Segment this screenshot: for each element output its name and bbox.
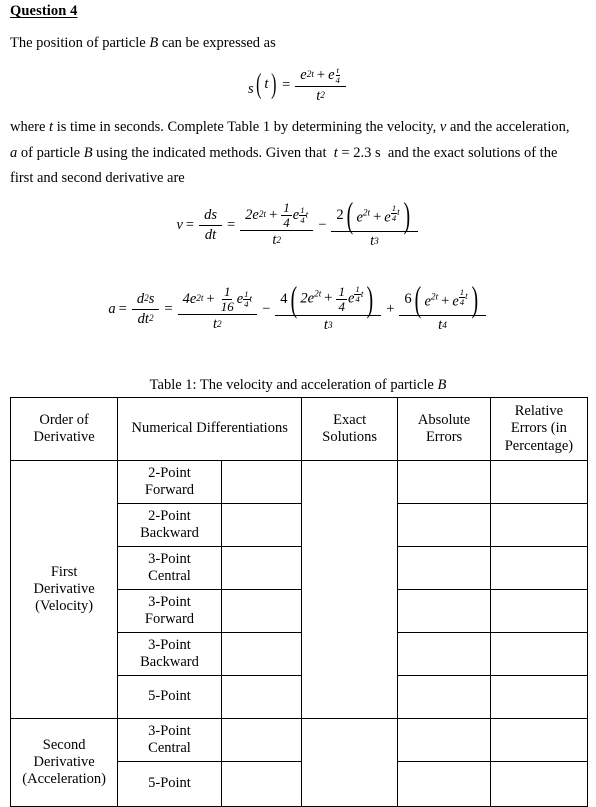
relative-error-cell[interactable] xyxy=(489,503,589,547)
absolute-error-cell[interactable] xyxy=(397,761,491,807)
instructions-line-3: first and second derivative are xyxy=(10,170,185,186)
method-line1: 3-Point xyxy=(148,636,191,653)
exact-solution-cell-first-derivative[interactable] xyxy=(301,460,399,719)
equation-velocity: v = ds dt = 2 e 2t +1 4 e 1 4 t t2 − 2(e2t + e 1 4 t)… xyxy=(0,197,596,250)
method-label: 5-Point xyxy=(117,675,222,719)
page-title: Question 4 xyxy=(10,3,78,19)
velocity-derivative-notation: ds dt xyxy=(199,207,222,244)
table-row: Second Derivative (Acceleration) 3-Point… xyxy=(9,718,589,807)
method-label: 3-Point Central xyxy=(117,718,222,762)
numerical-value-cell[interactable] xyxy=(220,460,303,504)
method-label: 3-Point Forward xyxy=(117,589,222,633)
absolute-error-cell[interactable] xyxy=(397,718,491,762)
group-label-line2: Derivative xyxy=(33,580,95,597)
intro-variable-b: B xyxy=(149,35,159,51)
method-label: 5-Point xyxy=(117,761,222,807)
method-line1: 3-Point xyxy=(148,550,191,567)
absolute-error-cell[interactable] xyxy=(397,589,491,633)
numerical-value-cell[interactable] xyxy=(220,675,303,719)
absolute-error-cell[interactable] xyxy=(397,503,491,547)
header-numerical-differentiations: Numerical Differentiations xyxy=(117,397,303,461)
table-caption: Table 1: The velocity and acceleration o… xyxy=(0,377,596,394)
method-line1: 3-Point xyxy=(148,593,191,610)
header-relative-line3: Percentage) xyxy=(504,437,574,454)
intro-prefix: The position of particle xyxy=(10,35,150,51)
relative-error-cell[interactable] xyxy=(489,761,589,807)
table-caption-text: Table 1: The velocity and acceleration o… xyxy=(149,377,438,393)
header-absolute-line2: Errors xyxy=(425,429,463,445)
method-label: 3-Point Central xyxy=(117,546,222,590)
method-line2: Backward xyxy=(140,654,199,670)
exact-solution-cell-second-derivative[interactable] xyxy=(301,718,399,807)
method-line2: Central xyxy=(148,740,191,756)
instructions-paragraph: where t is time in seconds. Complete Tab… xyxy=(10,120,592,197)
header-absolute-errors: Absolute Errors xyxy=(397,397,491,461)
group-label-line1: First xyxy=(50,563,78,580)
velocity-term-1: 2 e 2t +1 4 e 1 4 t t2 xyxy=(240,201,314,249)
position-fraction: e 2t + e t 4 t2 xyxy=(295,66,346,105)
group-label-line3: (Velocity) xyxy=(35,598,94,615)
acceleration-derivative-notation: d2s dt 2 xyxy=(131,291,160,328)
acceleration-term-2: 4(2e2t +1 4 e 1 4 t) t3 xyxy=(275,281,382,334)
method-line1: 2-Point xyxy=(148,507,191,524)
group-label-line2: Derivative xyxy=(33,753,95,770)
absolute-error-cell[interactable] xyxy=(397,675,491,719)
relative-error-cell[interactable] xyxy=(489,589,589,633)
header-relative-line2: Errors (in xyxy=(510,420,567,437)
relative-error-cell[interactable] xyxy=(489,460,589,504)
equation-acceleration: a = d2s dt 2 = 4 e 2t +1 16 e 1 4 t t2 − 4(2e2t +1… xyxy=(0,281,596,334)
equation-position: s(t) = e 2t + e t 4 t2 xyxy=(0,66,596,105)
acceleration-term-3: 6(e2t + e 1 4 t) t4 xyxy=(399,281,486,334)
method-line2: Forward xyxy=(144,482,195,498)
group-label-line3: (Acceleration) xyxy=(22,771,106,788)
header-exact-line1: Exact xyxy=(333,411,367,428)
instructions-line-2: a of particle B using the indicated meth… xyxy=(10,144,558,161)
group-label-line1: Second xyxy=(42,736,86,753)
method-line1: 5-Point xyxy=(148,688,191,705)
relative-error-cell[interactable] xyxy=(489,675,589,719)
results-table: Order of Derivative Numerical Differenti… xyxy=(9,397,589,807)
table-header-row: Order of Derivative Numerical Differenti… xyxy=(9,397,589,461)
absolute-error-cell[interactable] xyxy=(397,460,491,504)
header-relative-line1: Relative xyxy=(514,403,564,420)
instructions-line-1: where t is time in seconds. Complete Tab… xyxy=(10,119,570,135)
header-order-line2: Derivative xyxy=(33,429,95,445)
method-line1: 2-Point xyxy=(148,464,191,481)
method-label: 2-Point Forward xyxy=(117,460,222,504)
velocity-term-2: 2(e2t + e 1 4 t) t3 xyxy=(331,197,418,250)
relative-error-cell[interactable] xyxy=(489,546,589,590)
method-label: 2-Point Backward xyxy=(117,503,222,547)
method-line1: 5-Point xyxy=(148,775,191,792)
group-label-first-derivative: First Derivative (Velocity) xyxy=(9,460,119,719)
numerical-value-cell[interactable] xyxy=(220,546,303,590)
numerical-value-cell[interactable] xyxy=(220,503,303,547)
document-page: Question 4 The position of particle B ca… xyxy=(0,0,596,807)
intro-paragraph: The position of particle B can be expres… xyxy=(10,36,276,51)
table-caption-variable: B xyxy=(437,377,447,393)
numerical-value-cell[interactable] xyxy=(220,761,303,807)
relative-error-cell[interactable] xyxy=(489,632,589,676)
method-label: 3-Point Backward xyxy=(117,632,222,676)
numerical-value-cell[interactable] xyxy=(220,589,303,633)
table-row: First Derivative (Velocity) 2-Point Forw… xyxy=(9,460,589,719)
acceleration-term-1: 4 e 2t +1 16 e 1 4 t t2 xyxy=(177,285,258,333)
absolute-error-cell[interactable] xyxy=(397,632,491,676)
header-exact-line2: Solutions xyxy=(322,429,378,445)
header-order-of-derivative: Order of Derivative xyxy=(9,397,119,461)
relative-error-cell[interactable] xyxy=(489,718,589,762)
method-line1: 3-Point xyxy=(148,722,191,739)
method-line2: Backward xyxy=(140,525,199,541)
intro-suffix: can be expressed as xyxy=(158,35,276,51)
header-exact-solutions: Exact Solutions xyxy=(301,397,399,461)
method-line2: Forward xyxy=(144,611,195,627)
numerical-value-cell[interactable] xyxy=(220,632,303,676)
header-order-line1: Order of xyxy=(39,411,89,428)
numerical-value-cell[interactable] xyxy=(220,718,303,762)
absolute-error-cell[interactable] xyxy=(397,546,491,590)
group-label-second-derivative: Second Derivative (Acceleration) xyxy=(9,718,119,807)
header-absolute-line1: Absolute xyxy=(417,411,471,428)
method-line2: Central xyxy=(148,568,191,584)
header-relative-errors: Relative Errors (in Percentage) xyxy=(489,397,589,461)
